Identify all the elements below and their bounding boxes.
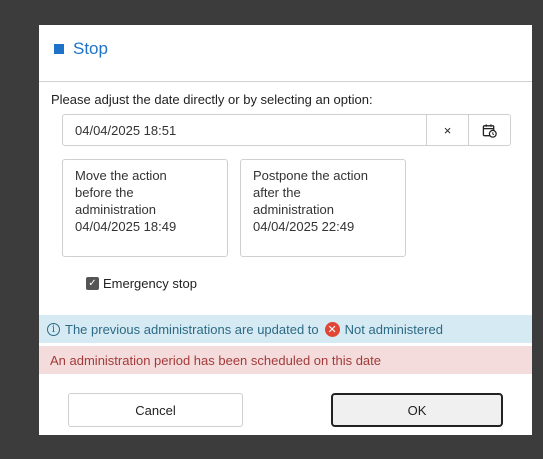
option-line: Move the action bbox=[75, 168, 167, 183]
warning-message-text: An administration period has been schedu… bbox=[50, 352, 381, 368]
calendar-button[interactable] bbox=[468, 115, 510, 145]
option-date: 04/04/2025 22:49 bbox=[253, 219, 355, 234]
x-circle-icon: ✕ bbox=[324, 321, 340, 337]
instruction-text: Please adjust the date directly or by se… bbox=[51, 92, 373, 107]
stop-dialog: Stop Please adjust the date directly or … bbox=[39, 25, 532, 435]
info-icon: i bbox=[47, 322, 60, 336]
dialog-title: Stop bbox=[73, 39, 108, 58]
option-line: administration bbox=[75, 202, 156, 217]
cancel-button[interactable]: Cancel bbox=[68, 393, 243, 427]
option-move-before[interactable]: Move the action before the administratio… bbox=[62, 159, 228, 257]
option-line: after the bbox=[253, 185, 301, 200]
warning-message-bar: An administration period has been schedu… bbox=[39, 346, 532, 374]
info-message-text: The previous administrations are updated… bbox=[65, 321, 319, 337]
emergency-stop-row[interactable]: ✓ Emergency stop bbox=[86, 276, 197, 291]
title-square-icon bbox=[54, 44, 64, 54]
option-date: 04/04/2025 18:49 bbox=[75, 219, 177, 234]
emergency-stop-checkbox[interactable]: ✓ bbox=[86, 277, 99, 290]
option-line: before the bbox=[75, 185, 134, 200]
info-status-text: Not administered bbox=[344, 321, 443, 337]
info-message-bar: i The previous administrations are updat… bbox=[39, 315, 532, 343]
calendar-clock-icon bbox=[482, 123, 497, 138]
date-field[interactable]: 04/04/2025 18:51 × bbox=[62, 114, 511, 146]
clear-date-button[interactable]: × bbox=[426, 115, 468, 145]
option-line: Postpone the action bbox=[253, 168, 368, 183]
close-icon: × bbox=[443, 122, 452, 138]
dialog-title-row: Stop bbox=[54, 39, 108, 59]
emergency-stop-label: Emergency stop bbox=[103, 276, 197, 291]
option-line: administration bbox=[253, 202, 334, 217]
ok-button[interactable]: OK bbox=[331, 393, 503, 427]
option-postpone-after[interactable]: Postpone the action after the administra… bbox=[240, 159, 406, 257]
title-divider bbox=[39, 81, 532, 82]
date-input[interactable]: 04/04/2025 18:51 bbox=[63, 115, 426, 145]
